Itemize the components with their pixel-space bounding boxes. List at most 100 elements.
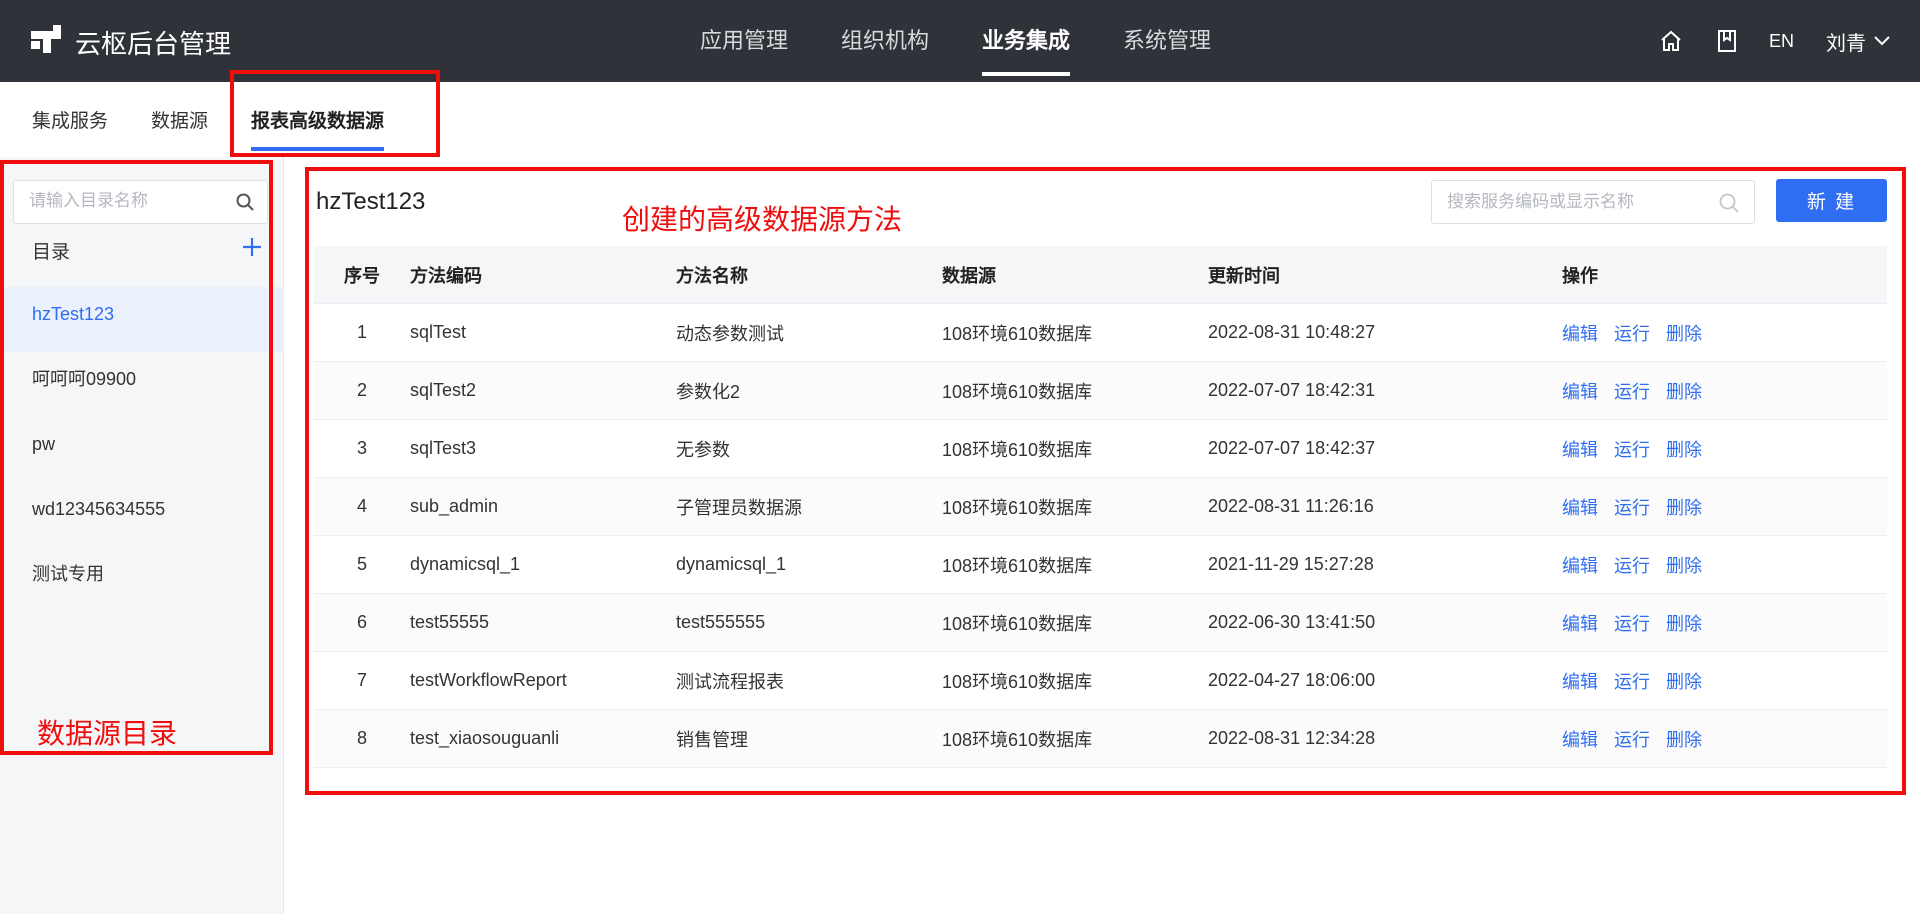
cell-no: 3 [356,438,367,458]
cell-datasource: 108环境610数据库 [942,381,1093,402]
tab-report-advanced-datasource[interactable]: 报表高级数据源 [251,106,384,133]
cell-code: sqlTest3 [410,438,477,458]
run-link[interactable]: 运行 [1614,324,1650,344]
delete-link[interactable]: 删除 [1666,730,1702,750]
column-header-ops: 操作 [1562,265,1598,286]
delete-link[interactable]: 删除 [1666,324,1702,344]
search-icon[interactable] [1718,192,1740,214]
cell-datasource: 108环境610数据库 [942,671,1093,692]
cell-code: sqlTest [410,322,467,342]
cell-name: 测试流程报表 [676,671,784,692]
tab-integration-service[interactable]: 集成服务 [32,106,108,133]
directory-search-input[interactable] [29,191,224,211]
nav-app-management[interactable]: 应用管理 [700,0,788,82]
book-icon[interactable] [1715,29,1739,53]
run-link[interactable]: 运行 [1614,730,1650,750]
edit-link[interactable]: 编辑 [1562,672,1598,692]
cell-updated: 2022-04-27 18:06:00 [1208,670,1376,690]
edit-link[interactable]: 编辑 [1562,498,1598,518]
directory-item[interactable]: pw [0,417,284,482]
directory-item[interactable]: hzTest123 [0,287,284,352]
table-row: 8 test_xiaosouguanli 销售管理 108环境610数据库 2022-0… [314,710,1887,768]
annotation-label-directory: 数据源目录 [37,718,178,749]
cell-ops: 编辑 运行 删除 [1562,320,1887,346]
top-bar: 云枢后台管理 应用管理 组织机构 业务集成 系统管理 EN 刘青 [0,0,1920,82]
directory-item[interactable]: 测试专用 [0,547,284,612]
delete-link[interactable]: 删除 [1666,440,1702,460]
edit-link[interactable]: 编辑 [1562,440,1598,460]
delete-link[interactable]: 删除 [1666,498,1702,518]
user-menu[interactable]: 刘青 [1826,27,1890,56]
cell-name: 子管理员数据源 [676,497,802,518]
cell-ops: 编辑 运行 删除 [1562,610,1887,636]
cell-code: test55555 [410,612,490,632]
annotation-label-methods: 创建的高级数据源方法 [622,204,903,235]
cell-code: test_xiaosouguanli [410,728,560,748]
table-row: 3 sqlTest3 无参数 108环境610数据库 2022-07-07 18:42:… [314,420,1887,478]
directory-item[interactable]: wd12345634555 [0,482,284,547]
cell-no: 6 [356,612,367,632]
directory-item[interactable]: 呵呵呵09900 [0,352,284,417]
cell-no: 8 [356,728,367,748]
column-header-updated: 更新时间 [1208,265,1280,286]
cell-code: sub_admin [410,496,499,516]
delete-link[interactable]: 删除 [1666,614,1702,634]
nav-organization[interactable]: 组织机构 [841,0,929,82]
directory-list: hzTest123 呵呵呵09900 pw wd12345634555 测试专用 [0,287,284,612]
cell-updated: 2022-07-07 18:42:37 [1208,438,1376,458]
delete-link[interactable]: 删除 [1666,382,1702,402]
cell-no: 1 [356,322,367,342]
user-name: 刘青 [1826,32,1866,55]
logo-icon [31,25,63,57]
cell-datasource: 108环境610数据库 [942,497,1093,518]
chevron-down-icon [1874,36,1890,46]
tab-datasource[interactable]: 数据源 [151,106,208,133]
run-link[interactable]: 运行 [1614,614,1650,634]
page-title: hzTest123 [316,188,426,215]
delete-link[interactable]: 删除 [1666,672,1702,692]
cell-datasource: 108环境610数据库 [942,439,1093,460]
sub-tabs: 集成服务 数据源 报表高级数据源 [0,82,1920,155]
edit-link[interactable]: 编辑 [1562,730,1598,750]
table-header: 序号 方法编码 方法名称 数据源 更新时间 操作 [314,246,1887,304]
nav-system-management[interactable]: 系统管理 [1123,0,1211,82]
top-right-tools: EN 刘青 [1627,0,1890,82]
cell-updated: 2022-08-31 11:26:16 [1208,496,1374,516]
delete-link[interactable]: 删除 [1666,556,1702,576]
cell-updated: 2022-06-30 13:41:50 [1208,612,1376,632]
run-link[interactable]: 运行 [1614,556,1650,576]
run-link[interactable]: 运行 [1614,498,1650,518]
edit-link[interactable]: 编辑 [1562,382,1598,402]
column-header-code: 方法编码 [410,265,482,286]
app-title: 云枢后台管理 [75,29,232,59]
column-header-name: 方法名称 [676,265,748,286]
nav-business-integration[interactable]: 业务集成 [982,0,1071,82]
cell-name: 动态参数测试 [676,323,784,344]
main-nav: 应用管理 组织机构 业务集成 系统管理 [700,0,1264,82]
cell-ops: 编辑 运行 删除 [1562,436,1887,462]
cell-ops: 编辑 运行 删除 [1562,668,1887,694]
run-link[interactable]: 运行 [1614,672,1650,692]
edit-link[interactable]: 编辑 [1562,324,1598,344]
run-link[interactable]: 运行 [1614,440,1650,460]
run-link[interactable]: 运行 [1614,382,1650,402]
table-body: 1 sqlTest 动态参数测试 108环境610数据库 2022-08-31 10:4… [314,304,1887,768]
edit-link[interactable]: 编辑 [1562,614,1598,634]
home-icon[interactable] [1659,29,1683,53]
table-row: 2 sqlTest2 参数化2 108环境610数据库 2022-07-07 18:42… [314,362,1887,420]
cell-ops: 编辑 运行 删除 [1562,726,1887,752]
add-directory-icon[interactable] [240,235,264,259]
edit-link[interactable]: 编辑 [1562,556,1598,576]
method-search-input[interactable] [1447,192,1707,212]
column-header-no: 序号 [344,265,380,286]
directory-header: 目录 [32,242,71,263]
cell-name: dynamicsql_1 [676,554,787,574]
cell-updated: 2021-11-29 15:27:28 [1208,554,1374,574]
language-switch[interactable]: EN [1769,31,1794,52]
cell-ops: 编辑 运行 删除 [1562,552,1887,578]
search-icon[interactable] [235,192,255,212]
cell-updated: 2022-08-31 12:34:28 [1208,728,1376,748]
new-button[interactable]: 新 建 [1776,179,1887,222]
cell-no: 2 [356,380,367,400]
cell-name: 参数化2 [676,381,741,402]
